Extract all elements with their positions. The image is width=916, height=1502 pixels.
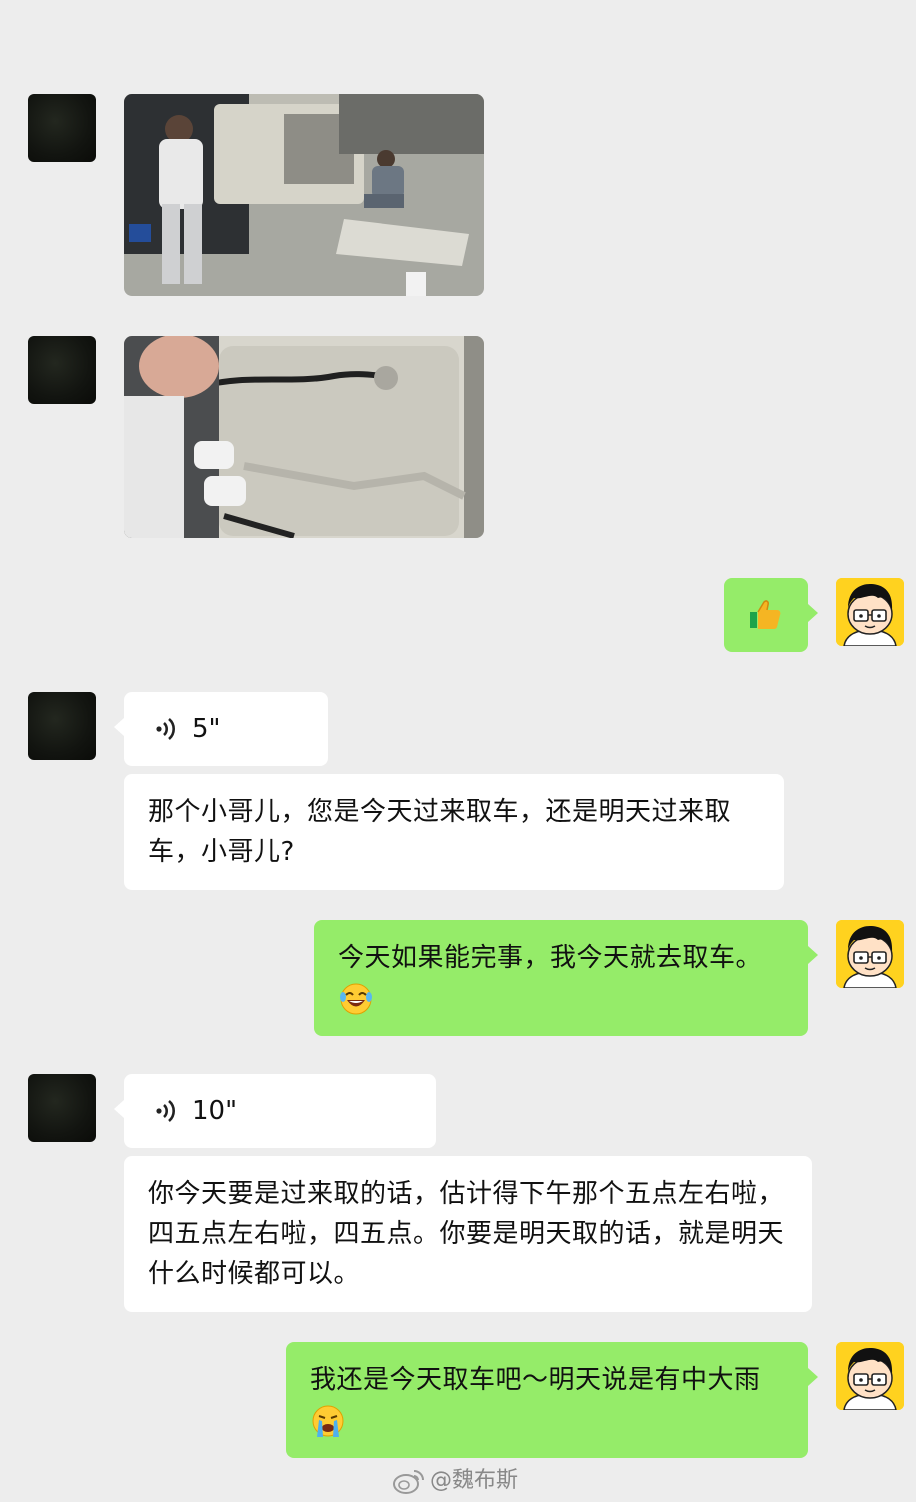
crying-emoji	[312, 1405, 344, 1437]
sent-message-thumbs-up[interactable]	[724, 578, 818, 652]
voice-message[interactable]: 10"	[114, 1074, 436, 1148]
photo-mechanics-at-van-door	[124, 94, 484, 296]
contact-avatar[interactable]	[28, 336, 96, 404]
weibo-icon	[393, 1470, 424, 1494]
thumbs-up-emoji	[750, 600, 781, 629]
transcript-text: 你今天要是过来取的话，估计得下午那个五点左右啦，四五点左右啦，四五点。你要是明天…	[148, 1179, 785, 1289]
laugh-tears-emoji	[340, 983, 372, 1014]
voice-transcript[interactable]: 你今天要是过来取的话，估计得下午那个五点左右啦，四五点左右啦，四五点。你要是明天…	[124, 1156, 812, 1312]
my-avatar[interactable]	[836, 920, 904, 988]
message-text: 今天如果能完事，我今天就去取车。	[338, 943, 763, 973]
cartoon-glasses-avatar-icon	[836, 1342, 904, 1410]
contact-avatar[interactable]	[28, 1074, 96, 1142]
voice-wave-icon	[156, 718, 175, 740]
my-avatar[interactable]	[836, 1342, 904, 1410]
contact-avatar[interactable]	[28, 94, 96, 162]
photo-door-panel-wiring	[124, 336, 484, 538]
photo-message-door-panel[interactable]	[124, 336, 484, 538]
sent-message[interactable]: 今天如果能完事，我今天就去取车。	[314, 920, 818, 1036]
cartoon-glasses-avatar-icon	[836, 578, 904, 646]
voice-message[interactable]: 5"	[114, 692, 328, 766]
contact-avatar[interactable]	[28, 692, 96, 760]
voice-wave-icon	[156, 1100, 175, 1122]
sent-message[interactable]: 我还是今天取车吧～明天说是有中大雨	[286, 1342, 818, 1458]
cartoon-glasses-avatar-icon	[836, 920, 904, 988]
photo-message-mechanics[interactable]	[124, 94, 484, 296]
my-avatar[interactable]	[836, 578, 904, 646]
voice-transcript[interactable]: 那个小哥儿，您是今天过来取车，还是明天过来取车，小哥儿?	[124, 774, 784, 890]
voice-duration: 10"	[192, 1096, 238, 1126]
watermark-text: @魏布斯	[430, 1468, 519, 1493]
transcript-text: 那个小哥儿，您是今天过来取车，还是明天过来取车，小哥儿?	[148, 797, 732, 867]
voice-duration: 5"	[192, 714, 221, 744]
message-text: 我还是今天取车吧～明天说是有中大雨	[310, 1365, 761, 1395]
